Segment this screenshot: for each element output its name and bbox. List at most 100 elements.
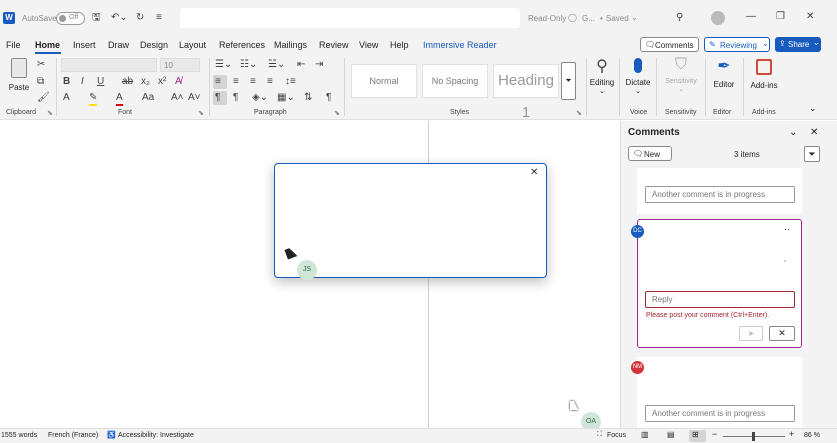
tab-view[interactable]: View — [359, 40, 378, 50]
font-color-icon[interactable]: A — [116, 92, 123, 106]
addins-button[interactable]: Add-ins — [747, 56, 781, 104]
styles-more-button[interactable]: ⏷ — [561, 62, 576, 100]
tab-home[interactable]: Home — [35, 40, 60, 50]
customize-qat-icon[interactable]: ≡ — [156, 12, 162, 24]
font-size-box[interactable]: 10 — [160, 58, 200, 72]
autosave-toggle[interactable]: Off — [56, 12, 85, 25]
zoom-slider[interactable] — [723, 432, 785, 441]
ribbon-collapse-icon[interactable]: ⌄ — [809, 103, 817, 114]
multilevel-list-icon[interactable]: ☱⌄ — [268, 59, 285, 71]
borders-icon[interactable]: ▦⌄ — [277, 92, 295, 104]
show-marks-icon[interactable]: ¶ — [326, 92, 331, 104]
zoom-level[interactable]: 86 % — [804, 432, 820, 439]
style-normal[interactable]: Normal — [351, 64, 417, 98]
clear-formatting-icon[interactable]: A̸ — [175, 76, 182, 88]
tab-mailings[interactable]: Mailings — [274, 40, 307, 50]
comment-card-active[interactable]: ·· , Reply Please post your comment (Ctr… — [637, 219, 802, 348]
sort-icon[interactable]: ⇅ — [304, 92, 312, 104]
cut-icon[interactable]: ✂ — [37, 59, 45, 71]
dialog-launcher-icon[interactable]: ⬊ — [576, 109, 582, 117]
reviewing-button[interactable]: ✎ Reviewing ⌄ — [704, 37, 770, 52]
print-layout-icon[interactable]: ▤ — [667, 430, 675, 439]
underline-icon[interactable]: U — [97, 76, 104, 88]
tab-help[interactable]: Help — [390, 40, 409, 50]
share-button[interactable]: ⇪ Share ⌄ — [775, 37, 821, 52]
text-effects-icon[interactable]: A — [63, 92, 70, 104]
redo-icon[interactable]: ↻ — [136, 12, 144, 24]
grow-font-icon[interactable]: A˄ — [171, 92, 184, 104]
send-button[interactable]: ➤ — [739, 326, 763, 341]
dialog-launcher-icon[interactable]: ⬊ — [198, 109, 204, 117]
strikethrough-icon[interactable]: ab — [122, 76, 133, 88]
format-painter-icon[interactable]: 🖌 — [37, 92, 50, 104]
style-no-spacing[interactable]: No Spacing — [422, 64, 488, 98]
copy-icon[interactable]: ⧉ — [37, 76, 44, 88]
minimize-icon[interactable]: — — [746, 11, 756, 23]
increase-indent-icon[interactable]: ⇥ — [315, 59, 323, 71]
tab-design[interactable]: Design — [140, 40, 168, 50]
bold-icon[interactable]: B — [63, 76, 70, 88]
read-mode-icon[interactable]: ▥ — [641, 430, 649, 439]
highlight-icon[interactable]: ✎ — [89, 92, 98, 106]
sensitivity-button[interactable]: ⛉ Sensitivity ⌄ — [661, 56, 701, 104]
restore-icon[interactable]: ❐ — [776, 11, 785, 23]
undo-icon[interactable]: ↶⌄ — [111, 12, 128, 24]
cancel-button[interactable]: ✕ — [769, 326, 795, 341]
editing-button[interactable]: ⚲ Editing ⌄ — [588, 56, 616, 104]
language-status[interactable]: French (France) — [48, 432, 98, 439]
zoom-in-icon[interactable]: + — [789, 429, 794, 439]
superscript-icon[interactable]: x² — [158, 76, 166, 88]
close-window-icon[interactable]: ✕ — [806, 11, 814, 23]
comment-card[interactable]: Another comment is in progress — [637, 357, 802, 428]
tab-review[interactable]: Review — [319, 40, 349, 50]
subscript-icon[interactable]: x₂ — [141, 76, 150, 88]
tab-layout[interactable]: Layout — [179, 40, 206, 50]
word-count[interactable]: 1555 words — [1, 432, 37, 439]
decrease-indent-icon[interactable]: ⇤ — [297, 59, 305, 71]
new-comment-button[interactable]: 🗨 New — [628, 146, 672, 161]
shrink-font-icon[interactable]: A˅ — [188, 92, 201, 104]
web-layout-icon[interactable]: ⊞ — [692, 430, 699, 439]
tab-draw[interactable]: Draw — [108, 40, 129, 50]
italic-icon[interactable]: I — [81, 76, 84, 88]
zoom-out-icon[interactable]: − — [712, 429, 717, 439]
chevron-down-icon[interactable]: ⌄ — [631, 13, 638, 22]
change-case-icon[interactable]: Aa — [142, 92, 154, 104]
save-icon[interactable]: 🖫 — [92, 12, 101, 24]
comment-card[interactable]: Another comment is in progress — [637, 168, 802, 214]
comment-popup-card[interactable]: ✕ JS — [274, 163, 547, 280]
editor-button[interactable]: ✒ Editor — [709, 56, 739, 104]
more-options-icon[interactable]: ·· — [784, 224, 790, 234]
tab-file[interactable]: File — [6, 40, 21, 50]
zoom-slider-thumb[interactable] — [752, 432, 755, 441]
search-icon[interactable]: ⚲ — [676, 12, 683, 24]
font-name-box[interactable] — [61, 58, 157, 72]
align-left-icon[interactable]: ≡ — [215, 76, 221, 88]
reply-field[interactable]: Another comment is in progress — [645, 405, 795, 422]
tab-references[interactable]: References — [219, 40, 265, 50]
style-heading-1[interactable]: Heading 1 — [493, 64, 559, 121]
close-pane-icon[interactable]: ✕ — [810, 127, 818, 138]
comments-button[interactable]: 🗨 Comments — [640, 37, 699, 52]
focus-button[interactable]: Focus — [607, 432, 626, 439]
bullets-icon[interactable]: ☰⌄ — [215, 59, 232, 71]
accessibility-status[interactable]: Accessibility: Investigate — [118, 432, 194, 439]
account-avatar[interactable] — [711, 11, 725, 25]
align-right-icon[interactable]: ≡ — [250, 76, 256, 88]
paste-button[interactable]: Paste — [6, 58, 32, 102]
dialog-launcher-icon[interactable]: ⬊ — [334, 109, 340, 117]
align-center-icon[interactable]: ≡ — [233, 76, 239, 88]
tab-insert[interactable]: Insert — [73, 40, 96, 50]
chevron-down-icon[interactable]: ⌄ — [789, 127, 797, 138]
filter-button[interactable]: ⏷ — [804, 146, 820, 162]
ltr-icon[interactable]: ¶ — [215, 92, 220, 104]
line-spacing-icon[interactable]: ↕≡ — [285, 76, 296, 88]
tab-immersive-reader[interactable]: Immersive Reader — [423, 40, 497, 50]
rtl-icon[interactable]: ¶ — [233, 92, 238, 104]
numbering-icon[interactable]: ☷⌄ — [240, 59, 257, 71]
search-box[interactable] — [180, 8, 520, 28]
reply-field[interactable]: Another comment is in progress — [645, 186, 795, 203]
close-icon[interactable]: ✕ — [530, 167, 538, 178]
shading-icon[interactable]: ◈⌄ — [252, 92, 268, 104]
justify-icon[interactable]: ≡ — [267, 76, 273, 88]
